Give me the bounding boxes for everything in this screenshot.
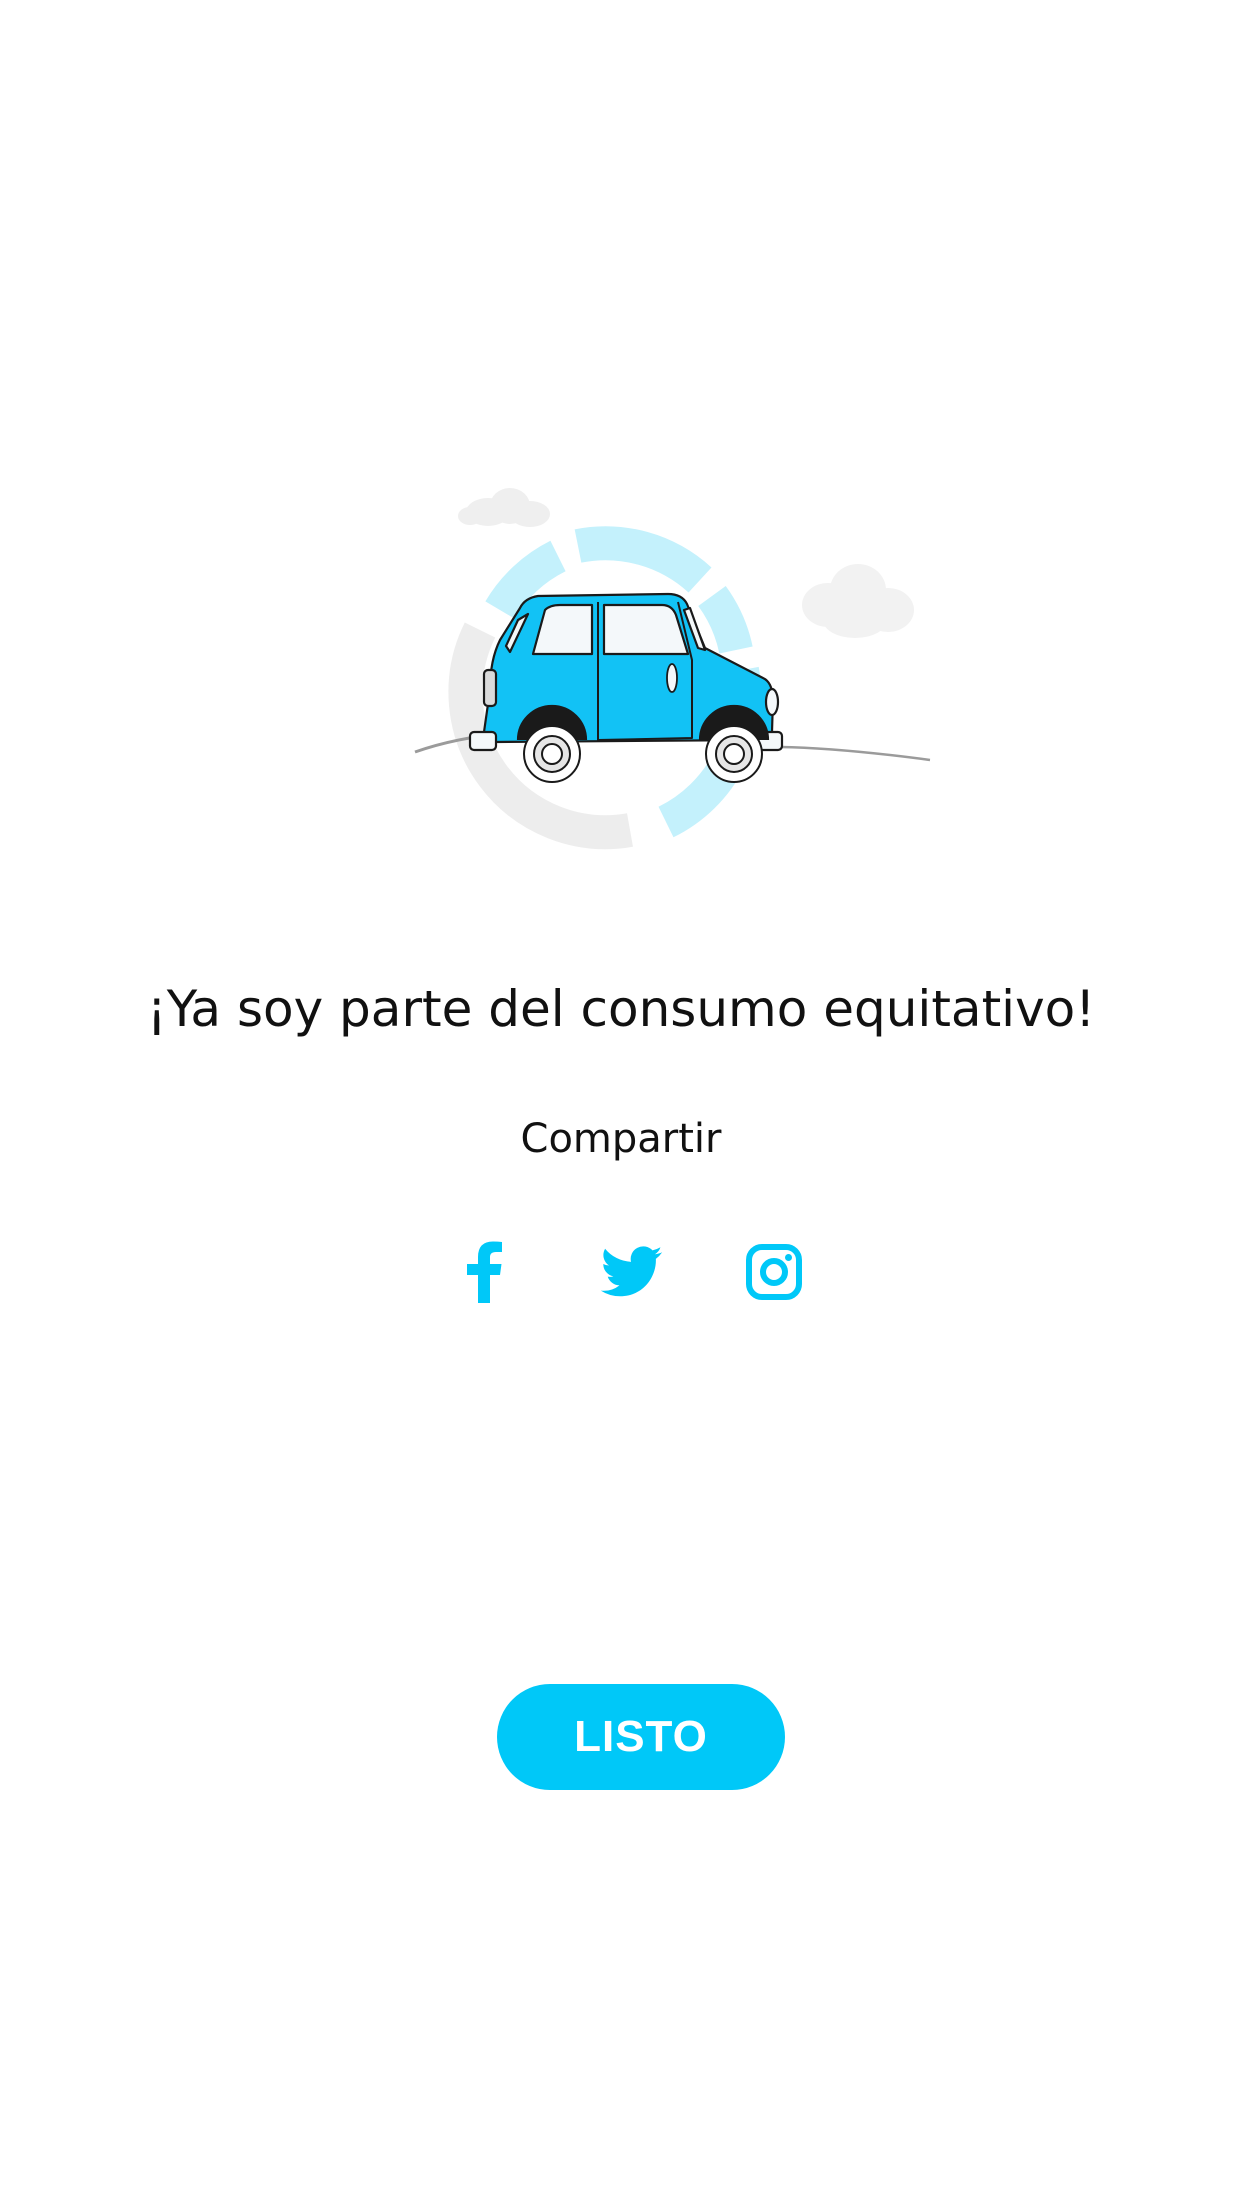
instagram-icon <box>746 1244 802 1300</box>
facebook-share-button[interactable] <box>444 1232 524 1312</box>
twitter-share-button[interactable] <box>592 1232 672 1312</box>
car-illustration <box>400 470 940 870</box>
cloud-large <box>802 564 914 638</box>
success-headline: ¡Ya soy parte del consumo equitativo! <box>146 980 1096 1038</box>
done-button[interactable]: LISTO <box>497 1684 785 1790</box>
social-share-row <box>0 1232 1242 1312</box>
instagram-share-button[interactable] <box>734 1232 814 1312</box>
twitter-icon <box>600 1246 663 1297</box>
share-label: Compartir <box>520 1116 722 1162</box>
car-illustration-graphic <box>414 488 931 850</box>
cloud-small <box>458 488 550 527</box>
facebook-icon <box>467 1241 502 1303</box>
